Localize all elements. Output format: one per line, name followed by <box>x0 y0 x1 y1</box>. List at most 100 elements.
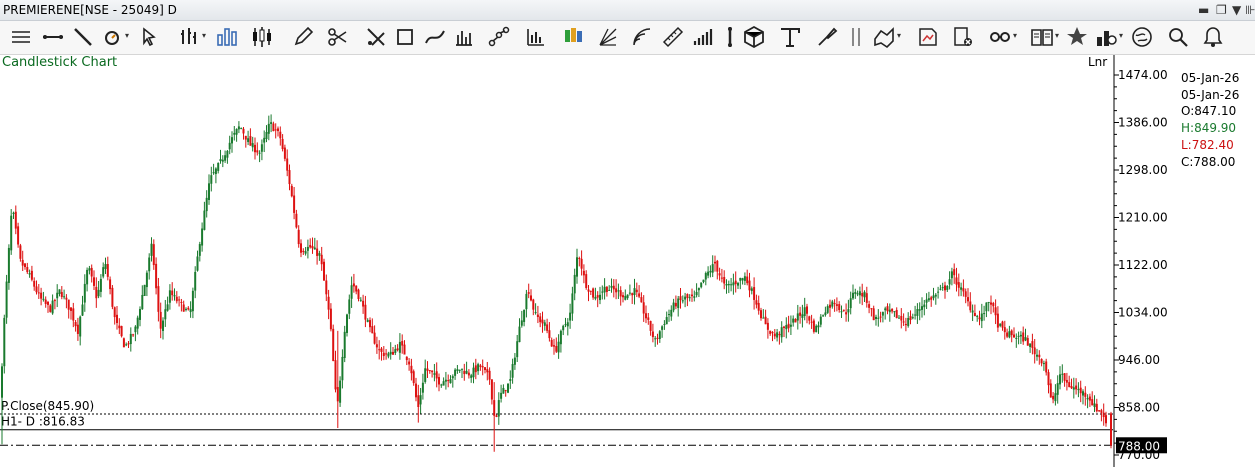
globe-icon[interactable] <box>1130 25 1154 49</box>
horizontal-line-icon[interactable] <box>41 25 65 49</box>
candle-body <box>484 367 486 371</box>
candle-body <box>346 314 348 333</box>
candle-body <box>576 257 578 277</box>
candle-body <box>957 282 960 288</box>
candle-body <box>672 302 675 311</box>
candle-color-icon[interactable] <box>561 25 585 49</box>
candle-body <box>408 361 411 365</box>
toolbar-dropdown-arrow-icon[interactable]: ▾ <box>1013 31 1017 40</box>
candle-body <box>741 278 744 281</box>
link-icon[interactable] <box>988 25 1012 49</box>
layout-icon[interactable] <box>1094 25 1118 49</box>
candle-body <box>362 300 365 307</box>
star-icon[interactable] <box>1065 25 1089 49</box>
candle-body <box>396 348 399 351</box>
last-price-label: 788.00 <box>1118 439 1160 453</box>
candle-body <box>778 333 781 336</box>
candlestick-icon[interactable] <box>250 25 274 49</box>
candle-body <box>410 365 413 374</box>
fan-icon[interactable] <box>596 25 620 49</box>
cube-icon[interactable] <box>742 25 766 49</box>
ruler-icon[interactable] <box>661 25 685 49</box>
drawing-icon[interactable] <box>872 25 896 49</box>
scatter-icon[interactable] <box>487 25 511 49</box>
bar-type-icon[interactable] <box>177 25 201 49</box>
dropdown-icon[interactable]: ▼ <box>1232 0 1241 20</box>
alert-icon[interactable] <box>1201 25 1225 49</box>
candle-body <box>562 325 565 331</box>
candle-body <box>507 383 509 393</box>
menu-lines-icon[interactable] <box>9 25 33 49</box>
candle-body <box>389 351 392 355</box>
candle-body <box>463 370 466 375</box>
candle-body <box>93 277 95 286</box>
pin-icon[interactable]: ⊪ <box>1245 0 1255 20</box>
candle-body <box>398 341 401 353</box>
rectangle-icon[interactable] <box>393 25 417 49</box>
candle-body <box>1079 387 1082 394</box>
minimize-icon[interactable]: ▬ <box>1198 0 1209 20</box>
pencil-icon[interactable] <box>291 25 315 49</box>
delete-chart-icon[interactable] <box>951 25 975 49</box>
window-title: PREMIERENE[NSE - 25049] D <box>3 3 177 17</box>
candle-body <box>421 382 424 393</box>
candle-body <box>357 289 360 299</box>
candle-body <box>796 313 799 321</box>
toolbar-dropdown-arrow-icon[interactable]: ▾ <box>1119 31 1123 40</box>
candle-body <box>934 294 937 297</box>
candle-body <box>863 291 866 298</box>
candle-body <box>771 332 774 334</box>
candle-body <box>1024 337 1027 341</box>
trend-line-icon[interactable] <box>71 25 95 49</box>
volume-steps-icon[interactable] <box>690 25 714 49</box>
candle-body <box>612 285 615 290</box>
indicator-icon[interactable] <box>100 25 124 49</box>
arc-icon[interactable] <box>630 25 654 49</box>
candlestick-chart[interactable]: 1474.00 1386.00 1298.00 1210.00 1122.00 1034.… <box>0 55 1255 467</box>
candle-body <box>313 247 316 250</box>
chart-edit-icon[interactable] <box>916 25 940 49</box>
toolbar: ▾ ▾ ▾ ▾ ▾ ▾ <box>0 21 1255 55</box>
candle-body <box>865 293 868 303</box>
brush-icon[interactable] <box>815 25 839 49</box>
candle-body <box>518 326 521 343</box>
candle-body <box>458 369 461 371</box>
bar-chart-icon[interactable] <box>215 25 239 49</box>
toolbar-dropdown-arrow-icon[interactable]: ▾ <box>202 31 206 40</box>
candle-body <box>649 320 652 331</box>
double-line-icon[interactable] <box>845 25 869 49</box>
text-icon[interactable] <box>778 25 802 49</box>
candle-body <box>428 370 431 372</box>
candle-body <box>879 316 882 318</box>
scissors-icon[interactable] <box>326 25 350 49</box>
toolbar-dropdown-arrow-icon[interactable]: ▾ <box>1055 31 1059 40</box>
restore-icon[interactable]: ❐ <box>1216 0 1227 20</box>
book-icon[interactable] <box>1030 25 1054 49</box>
candle-body <box>619 290 622 297</box>
candle-body <box>622 295 624 298</box>
curve-icon[interactable] <box>423 25 447 49</box>
candle-body <box>474 365 477 373</box>
candle-body <box>842 309 845 311</box>
candle-body <box>74 322 77 327</box>
candle-body <box>647 317 650 320</box>
candle-body <box>1026 338 1029 346</box>
tools-icon[interactable] <box>364 25 388 49</box>
candle-body <box>415 383 417 398</box>
candle-body <box>166 304 169 311</box>
toolbar-dropdown-arrow-icon[interactable]: ▾ <box>897 31 901 40</box>
cursor-icon[interactable] <box>138 25 162 49</box>
candle-body <box>838 304 841 310</box>
y-axis-tick-label: 858.00 <box>1118 401 1160 415</box>
volume-bars-icon[interactable] <box>452 25 476 49</box>
candle-body <box>44 299 47 304</box>
vertical-line-icon[interactable] <box>718 25 742 49</box>
candle-body <box>704 273 707 280</box>
candle-body <box>548 330 551 339</box>
candle-body <box>502 387 505 394</box>
search-icon[interactable] <box>1166 25 1190 49</box>
toolbar-dropdown-arrow-icon[interactable]: ▾ <box>125 31 129 40</box>
candle-body <box>615 288 618 293</box>
candle-body <box>189 309 192 313</box>
histogram-icon[interactable] <box>524 25 548 49</box>
